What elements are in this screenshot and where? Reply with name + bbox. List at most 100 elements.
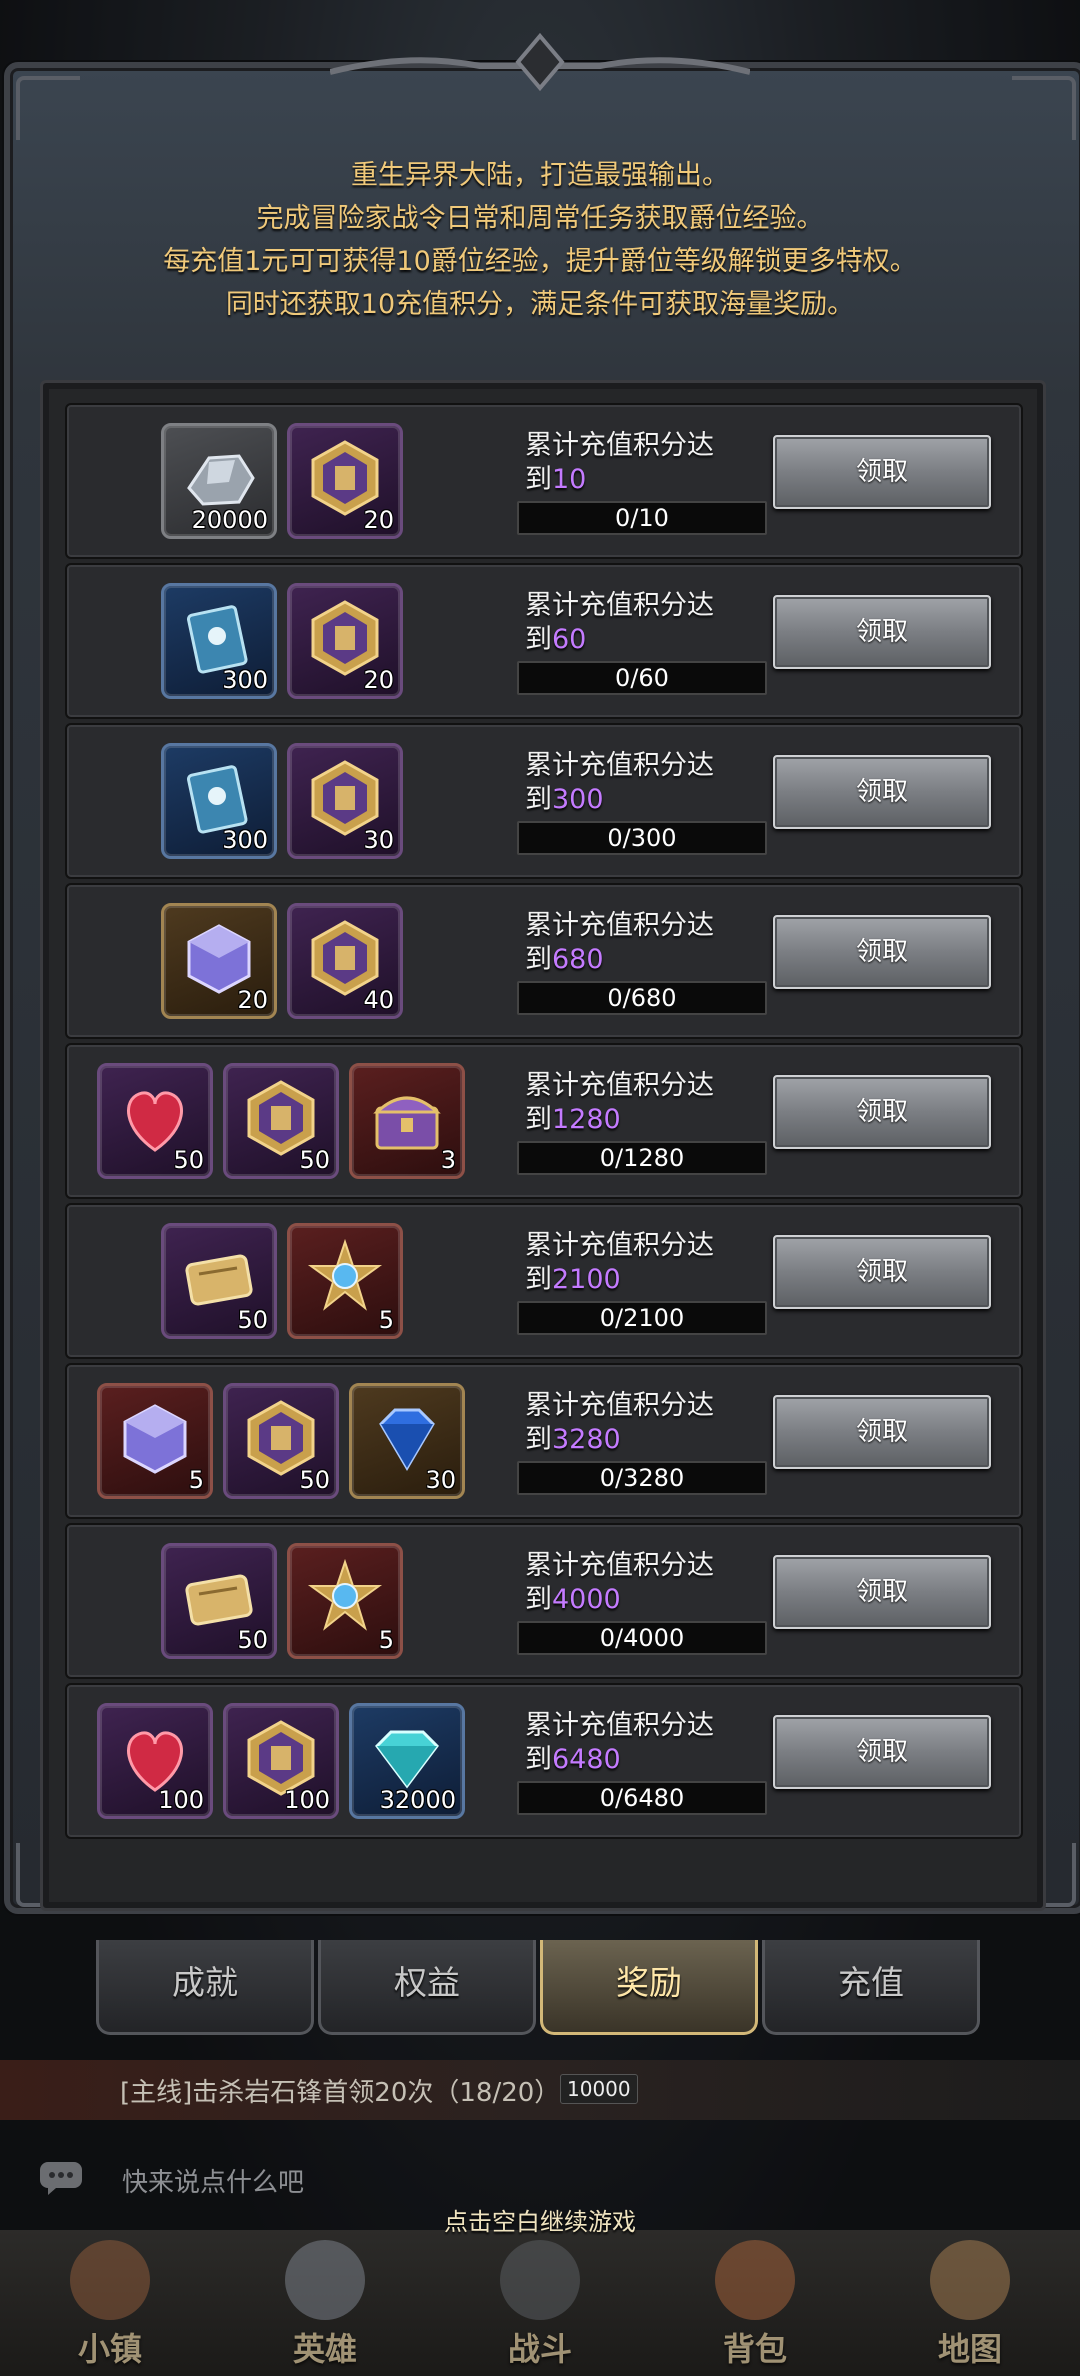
reward-items: 50 5 (67, 1223, 427, 1339)
map-icon (930, 2240, 1010, 2320)
task-prefix: 累计充值积分达 (525, 430, 714, 461)
reward-item[interactable]: 40 (287, 903, 403, 1019)
reward-items: 20000 20 (67, 423, 427, 539)
claim-button[interactable]: 领取 (773, 755, 991, 829)
item-quantity: 50 (237, 1626, 268, 1654)
task-target-line: 到10 (525, 463, 714, 497)
claim-button[interactable]: 领取 (773, 595, 991, 669)
task-description: 累计充值积分达 到2100 (525, 1229, 714, 1297)
reward-list[interactable]: 20000 20 累计充值积分达 到10 0/10 领取 300 20 累计充值积分达 到60 0/… (40, 380, 1046, 1911)
reward-item[interactable]: 50 (223, 1063, 339, 1179)
task-target-line: 到60 (525, 623, 714, 657)
reward-items: 100 100 32000 (67, 1703, 465, 1819)
reward-item[interactable]: 20 (287, 423, 403, 539)
reward-row: 20000 20 累计充值积分达 到10 0/10 领取 (65, 403, 1023, 559)
reward-row: 100 100 32000 累计充值积分达 到6480 0/6480 领取 (65, 1683, 1023, 1839)
task-description: 累计充值积分达 到6480 (525, 1709, 714, 1777)
task-target-line: 到4000 (525, 1583, 714, 1617)
reward-row: 300 20 累计充值积分达 到60 0/60 领取 (65, 563, 1023, 719)
nav-heroes[interactable]: 英雄 (225, 2236, 425, 2376)
reward-item[interactable]: 50 (161, 1223, 277, 1339)
item-quantity: 5 (188, 1466, 204, 1494)
claim-button[interactable]: 领取 (773, 1555, 991, 1629)
reward-item[interactable]: 20 (287, 583, 403, 699)
chat-input-placeholder[interactable]: 快来说点什么吧 (122, 2162, 304, 2199)
reward-items: 5 50 30 (67, 1383, 465, 1499)
tab-achievements[interactable]: 成就 (96, 1940, 314, 2035)
task-description: 累计充值积分达 到680 (525, 909, 714, 977)
task-prefix: 累计充值积分达 (525, 1230, 714, 1261)
reward-item[interactable]: 20000 (161, 423, 277, 539)
nav-town[interactable]: 小镇 (10, 2236, 210, 2376)
item-quantity: 32000 (379, 1786, 456, 1814)
reward-item[interactable]: 30 (287, 743, 403, 859)
cube-icon (123, 1404, 187, 1474)
reward-item[interactable]: 5 (287, 1543, 403, 1659)
progress-bar: 0/680 (517, 981, 767, 1015)
progress-bar: 0/2100 (517, 1301, 767, 1335)
tab-benefits[interactable]: 权益 (318, 1940, 536, 2035)
item-quantity: 20000 (191, 506, 268, 534)
nav-map[interactable]: 地图 (870, 2236, 1070, 2376)
item-quantity: 30 (363, 826, 394, 854)
item-quantity: 20 (363, 506, 394, 534)
task-prefix: 累计充值积分达 (525, 590, 714, 621)
reward-item[interactable]: 100 (97, 1703, 213, 1819)
claim-button[interactable]: 领取 (773, 1395, 991, 1469)
reward-row: 50 5 累计充值积分达 到4000 0/4000 领取 (65, 1523, 1023, 1679)
reward-items: 50 50 3 (67, 1063, 465, 1179)
task-mid: 到 (525, 784, 552, 815)
claim-button[interactable]: 领取 (773, 915, 991, 989)
reward-item[interactable]: 50 (161, 1543, 277, 1659)
task-target: 3280 (552, 1424, 621, 1455)
reward-item[interactable]: 5 (97, 1383, 213, 1499)
reward-item[interactable]: 300 (161, 743, 277, 859)
reward-item[interactable]: 20 (161, 903, 277, 1019)
intro-line: 同时还获取10充值积分，满足条件可获取海量奖励。 (225, 289, 855, 320)
progress-bar: 0/60 (517, 661, 767, 695)
claim-button[interactable]: 领取 (773, 1715, 991, 1789)
task-target: 680 (552, 944, 604, 975)
item-quantity: 5 (378, 1306, 394, 1334)
task-mid: 到 (525, 1264, 552, 1295)
tap-to-continue-hint: 点击空白继续游戏 (444, 2208, 636, 2236)
reward-item[interactable]: 3 (349, 1063, 465, 1179)
chat-icon[interactable] (38, 2160, 88, 2196)
tab-recharge[interactable]: 充值 (762, 1940, 980, 2035)
nav-backpack[interactable]: 背包 (655, 2236, 855, 2376)
task-mid: 到 (525, 624, 552, 655)
tab-rewards[interactable]: 奖励 (540, 1940, 758, 2035)
claim-button[interactable]: 领取 (773, 1235, 991, 1309)
claim-button[interactable]: 领取 (773, 435, 991, 509)
task-mid: 到 (525, 1584, 552, 1615)
reward-item[interactable]: 30 (349, 1383, 465, 1499)
town-icon (70, 2240, 150, 2320)
reward-items: 50 5 (67, 1543, 427, 1659)
claim-button[interactable]: 领取 (773, 1075, 991, 1149)
reward-panel: 重生异界大陆，打造最强输出。 完成冒险家战令日常和周常任务获取爵位经验。 每充值… (0, 32, 1080, 1914)
reward-item[interactable]: 50 (97, 1063, 213, 1179)
progress-bar: 0/3280 (517, 1461, 767, 1495)
reward-item[interactable]: 50 (223, 1383, 339, 1499)
task-target-line: 到6480 (525, 1743, 714, 1777)
task-target-line: 到3280 (525, 1423, 714, 1457)
backpack-icon (715, 2240, 795, 2320)
task-prefix: 累计充值积分达 (525, 1070, 714, 1101)
reward-row: 20 40 累计充值积分达 到680 0/680 领取 (65, 883, 1023, 1039)
task-target-line: 到300 (525, 783, 714, 817)
task-target: 10 (552, 464, 587, 495)
task-prefix: 累计充值积分达 (525, 1390, 714, 1421)
hero-icon (285, 2240, 365, 2320)
task-target: 60 (552, 624, 587, 655)
item-quantity: 5 (378, 1626, 394, 1654)
item-quantity: 30 (425, 1466, 456, 1494)
reward-items: 300 30 (67, 743, 427, 859)
quest-reward-count: 10000 (560, 2074, 638, 2104)
item-quantity: 50 (237, 1306, 268, 1334)
nav-battle[interactable]: 战斗 (440, 2236, 640, 2376)
item-quantity: 20 (363, 666, 394, 694)
reward-item[interactable]: 32000 (349, 1703, 465, 1819)
reward-item[interactable]: 300 (161, 583, 277, 699)
reward-item[interactable]: 100 (223, 1703, 339, 1819)
reward-item[interactable]: 5 (287, 1223, 403, 1339)
